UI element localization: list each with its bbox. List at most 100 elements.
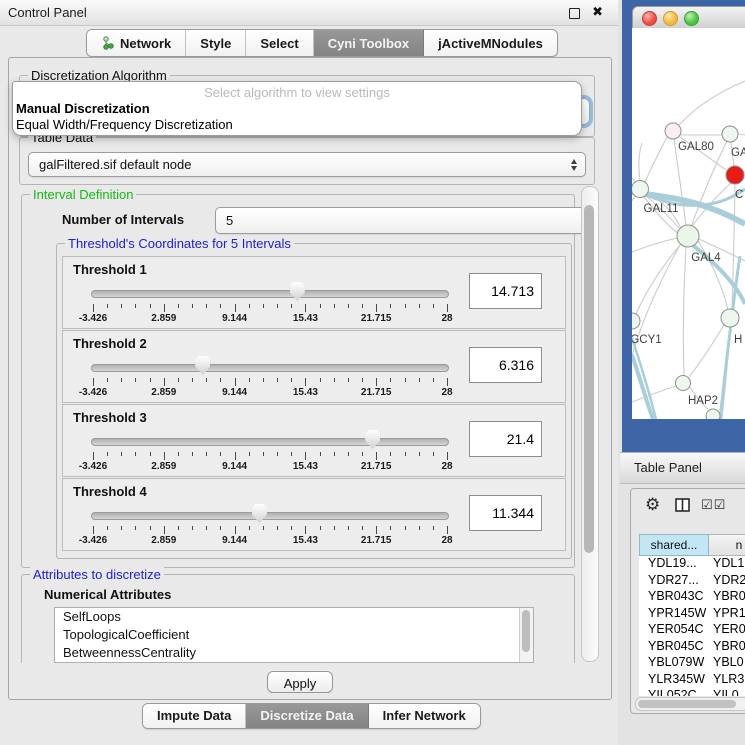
- network-edge[interactable]: [689, 325, 724, 377]
- slider-track[interactable]: [91, 438, 449, 446]
- tab-style[interactable]: Style: [186, 30, 246, 56]
- number-of-intervals-select[interactable]: 5: [215, 207, 597, 234]
- close-window-button[interactable]: [642, 11, 657, 26]
- network-canvas[interactable]: GAL80GACGAL11GAL4GCY1HHAP2: [632, 28, 745, 419]
- slider-tick: [164, 526, 165, 534]
- column-header-name[interactable]: n: [709, 534, 745, 556]
- slider-tick-label: 15.43: [293, 313, 318, 324]
- table-data-select[interactable]: galFiltered.sif default node: [28, 152, 586, 177]
- network-edge[interactable]: [738, 134, 745, 135]
- slider-track[interactable]: [91, 290, 449, 298]
- tab-infer-network[interactable]: Infer Network: [369, 704, 480, 728]
- slider-thumb[interactable]: [195, 356, 210, 375]
- slider-thumb[interactable]: [290, 282, 305, 301]
- slider-thumb[interactable]: [365, 430, 380, 449]
- network-edge[interactable]: [683, 247, 686, 376]
- tab-network[interactable]: Network: [87, 30, 186, 56]
- slider-tick: [107, 526, 108, 530]
- network-node-hap2[interactable]: [676, 376, 691, 391]
- slider-tick-label: 28: [441, 461, 452, 472]
- tab-select[interactable]: Select: [246, 30, 313, 56]
- table-row[interactable]: YER054CYER0: [639, 622, 745, 639]
- slider-tick: [305, 378, 306, 386]
- threshold-value-field[interactable]: 14.713: [469, 273, 542, 309]
- table-row[interactable]: YBR045CYBR0: [639, 639, 745, 656]
- scrollbar-thumb[interactable]: [638, 700, 736, 708]
- float-panel-icon[interactable]: [569, 8, 580, 19]
- table-row[interactable]: YDR27...YDR2: [639, 573, 745, 590]
- network-edge[interactable]: [679, 81, 745, 125]
- network-edge[interactable]: [632, 238, 677, 252]
- network-node[interactable]: [706, 409, 720, 419]
- table-row[interactable]: YPR145WYPR1: [639, 606, 745, 623]
- slider-tick: [121, 304, 122, 308]
- table-row[interactable]: YDL19...YDL1: [639, 556, 745, 573]
- close-icon[interactable]: ✖: [592, 4, 603, 20]
- thresholds-group: Threshold's Coordinates for 5 Intervals …: [56, 243, 572, 559]
- attribute-item-selfloops[interactable]: SelfLoops: [55, 608, 533, 626]
- apply-button[interactable]: Apply: [267, 671, 333, 693]
- table-row[interactable]: YLR345WYLR3: [639, 672, 745, 689]
- tab-discretize-data[interactable]: Discretize Data: [246, 704, 368, 728]
- cell-shared-name: YLR345W: [639, 672, 707, 689]
- network-edge[interactable]: [639, 143, 642, 181]
- slider-tick: [376, 378, 377, 386]
- network-edge[interactable]: [632, 355, 653, 419]
- slider-tick: [447, 452, 448, 460]
- dropdown-option-equal-width-frequency-discretization[interactable]: Equal Width/Frequency Discretization: [16, 117, 233, 132]
- network-node-gal11[interactable]: [632, 181, 649, 198]
- network-node-ga[interactable]: [722, 126, 738, 142]
- attribute-item-topologicalcoefficient[interactable]: TopologicalCoefficient: [55, 626, 533, 644]
- slider-tick: [320, 526, 321, 530]
- zoom-window-button[interactable]: [684, 11, 699, 26]
- network-node-c[interactable]: [726, 166, 744, 184]
- network-node-gcy1[interactable]: [632, 313, 640, 329]
- tab-impute-data[interactable]: Impute Data: [143, 704, 246, 728]
- threshold-value-field[interactable]: 6.316: [469, 347, 542, 383]
- cyni-toolbox-panel: Discretization Algorithm Table Data galF…: [8, 57, 612, 700]
- slider-tick-label: 9.144: [222, 461, 247, 472]
- attribute-item-betweennesscentrality[interactable]: BetweennessCentrality: [55, 644, 533, 662]
- scrollbar-thumb[interactable]: [522, 610, 530, 652]
- gear-icon[interactable]: ⚙: [645, 495, 660, 515]
- slider-thumb[interactable]: [252, 504, 267, 523]
- slider-tick: [192, 526, 193, 530]
- slider-tick: [334, 304, 335, 308]
- minimize-window-button[interactable]: [663, 11, 678, 26]
- number-of-intervals-value: 5: [226, 213, 233, 228]
- slider-tick-label: 28: [441, 387, 452, 398]
- slider-track[interactable]: [91, 364, 449, 372]
- network-edge[interactable]: [632, 386, 676, 402]
- threshold-value-field[interactable]: 11.344: [469, 495, 542, 531]
- slider-tick: [164, 378, 165, 386]
- slider-tick: [220, 452, 221, 456]
- column-header-shared-name[interactable]: shared...: [639, 534, 709, 556]
- vertical-scrollbar[interactable]: [581, 186, 599, 662]
- scrollbar-thumb[interactable]: [584, 205, 594, 553]
- network-node-gal4[interactable]: [677, 225, 699, 247]
- tab-cyni-toolbox[interactable]: Cyni Toolbox: [314, 30, 424, 56]
- thresholds-group-label: Threshold's Coordinates for 5 Intervals: [65, 236, 294, 251]
- network-node-gal80[interactable]: [665, 123, 681, 139]
- threshold-value-field[interactable]: 21.4: [469, 421, 542, 457]
- tab-jactivemnodules[interactable]: jActiveMNodules: [424, 30, 557, 56]
- slider-tick: [178, 526, 179, 530]
- network-edge[interactable]: [632, 338, 656, 419]
- slider-tick: [334, 378, 335, 382]
- cell-name: YBL0: [707, 655, 744, 672]
- table-row[interactable]: YBR043CYBR0: [639, 589, 745, 606]
- table-row[interactable]: YBL079WYBL0: [639, 655, 745, 672]
- tab-impute-data-label: Impute Data: [157, 704, 231, 728]
- attributes-scrollbar[interactable]: [519, 608, 533, 662]
- slider-tick: [263, 452, 264, 456]
- network-node-h[interactable]: [721, 309, 739, 327]
- horizontal-scrollbar[interactable]: [635, 697, 745, 711]
- checkbox-icons[interactable]: ☑☑: [701, 497, 726, 513]
- slider-track[interactable]: [91, 512, 449, 520]
- slider-tick: [320, 378, 321, 382]
- columns-icon[interactable]: [675, 498, 690, 512]
- table-row[interactable]: YIL052CYIL0: [639, 688, 745, 696]
- slider-tick: [433, 526, 434, 530]
- network-edge[interactable]: [645, 137, 667, 182]
- dropdown-option-manual-discretization[interactable]: Manual Discretization: [16, 101, 150, 116]
